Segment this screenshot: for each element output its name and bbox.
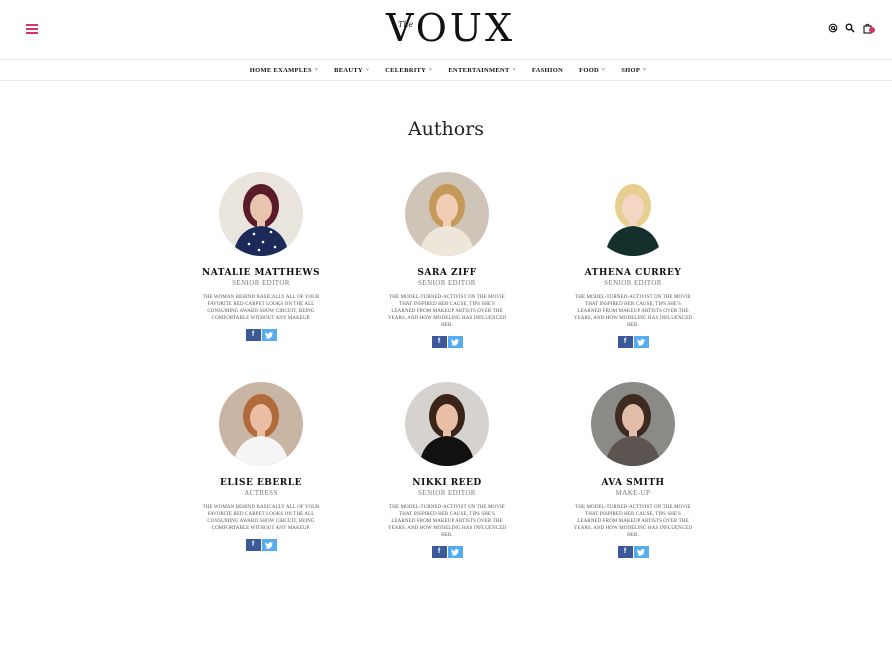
nav-item-beauty[interactable]: BEAUTY ˅ bbox=[334, 67, 369, 74]
author-socials: f bbox=[372, 336, 522, 348]
chevron-down-icon: ˅ bbox=[314, 67, 319, 73]
twitter-icon[interactable] bbox=[447, 546, 463, 558]
nav-item-label: FASHION bbox=[531, 66, 564, 74]
author-bio: THE WOMAN BEHIND BASICALLY ALL OF YOUR F… bbox=[202, 295, 320, 321]
twitter-icon[interactable] bbox=[261, 539, 277, 551]
nav-item-fashion[interactable]: FASHION bbox=[532, 67, 563, 74]
author-bio: THE MODEL-TURNED-ACTIVIST ON THE MOVIE T… bbox=[387, 505, 507, 538]
chevron-down-icon: ˅ bbox=[643, 67, 647, 73]
logo-prefix: The bbox=[398, 20, 414, 29]
nav-item-label: ENTERTAINMENT bbox=[448, 66, 510, 74]
chevron-down-icon: ˅ bbox=[512, 67, 516, 73]
author-socials: f bbox=[186, 329, 336, 341]
chevron-down-icon: ˅ bbox=[602, 67, 606, 73]
author-socials: f bbox=[558, 336, 708, 348]
nav-item-label: HOME EXAMPLES bbox=[249, 66, 312, 74]
page-title: Authors bbox=[407, 118, 485, 140]
author-bio: THE MODEL-TURNED-ACTIVIST ON THE MOVIE T… bbox=[387, 295, 507, 328]
twitter-icon[interactable] bbox=[261, 329, 277, 341]
nav-item-label: CELEBRITY bbox=[385, 66, 427, 74]
author-name[interactable]: NIKKI REED bbox=[372, 478, 522, 488]
facebook-icon[interactable]: f bbox=[245, 329, 261, 341]
nav-item-food[interactable]: FOOD ˅ bbox=[579, 67, 605, 74]
author-role: MAKE-UP bbox=[615, 489, 651, 497]
author-card: AVA SMITH MAKE-UP THE MODEL-TURNED-ACTIVIS… bbox=[558, 382, 708, 558]
author-role: SENIOR EDITOR bbox=[418, 279, 476, 287]
author-card: ATHENA CURREY SENIOR EDITOR THE MODEL-TURN… bbox=[558, 172, 708, 348]
facebook-icon[interactable]: f bbox=[431, 336, 447, 348]
nav-item-label: FOOD bbox=[579, 66, 600, 74]
at-icon[interactable] bbox=[828, 22, 838, 34]
site-header: The VOUX bbox=[0, 0, 892, 60]
nav-item-shop[interactable]: SHOP ˅ bbox=[621, 67, 646, 74]
cart-badge bbox=[869, 27, 875, 33]
search-icon[interactable] bbox=[845, 22, 855, 34]
author-avatar[interactable] bbox=[591, 172, 675, 256]
author-role: SENIOR EDITOR bbox=[418, 489, 476, 497]
author-role: SENIOR EDITOR bbox=[604, 279, 662, 287]
hamburger-icon[interactable] bbox=[26, 24, 38, 34]
author-avatar[interactable] bbox=[219, 382, 303, 466]
author-role: ACTRESS bbox=[244, 489, 278, 497]
main-nav: HOME EXAMPLES ˅ BEAUTY ˅ CELEBRITY ˅ ENTERTAIN… bbox=[0, 60, 892, 81]
twitter-icon[interactable] bbox=[447, 336, 463, 348]
nav-item-label: SHOP bbox=[621, 66, 641, 74]
author-bio: THE MODEL-TURNED-ACTIVIST ON THE MOVIE T… bbox=[573, 505, 693, 538]
author-socials: f bbox=[186, 539, 336, 551]
author-role: SENIOR EDITOR bbox=[232, 279, 290, 287]
author-name[interactable]: ATHENA CURREY bbox=[558, 268, 708, 278]
author-bio: THE WOMAN BEHIND BASICALLY ALL OF YOUR F… bbox=[202, 505, 320, 531]
chevron-down-icon: ˅ bbox=[366, 67, 370, 73]
facebook-icon[interactable]: f bbox=[245, 539, 261, 551]
author-socials: f bbox=[558, 546, 708, 558]
author-avatar[interactable] bbox=[219, 172, 303, 256]
facebook-icon[interactable]: f bbox=[431, 546, 447, 558]
twitter-icon[interactable] bbox=[633, 336, 649, 348]
nav-item-entertainment[interactable]: ENTERTAINMENT ˅ bbox=[448, 67, 516, 74]
author-card: ELISE EBERLE ACTRESS THE WOMAN BEHIND BASI… bbox=[186, 382, 336, 551]
author-name[interactable]: AVA SMITH bbox=[558, 478, 708, 488]
authors-grid: NATALIE MATTHEWS SENIOR EDITOR THE WOMAN B… bbox=[186, 172, 706, 572]
nav-item-celebrity[interactable]: CELEBRITY ˅ bbox=[385, 67, 432, 74]
author-name[interactable]: NATALIE MATTHEWS bbox=[186, 268, 336, 278]
author-socials: f bbox=[372, 546, 522, 558]
nav-item-label: BEAUTY bbox=[334, 66, 364, 74]
site-logo[interactable]: The VOUX bbox=[386, 6, 512, 50]
author-card: SARA ZIFF SENIOR EDITOR THE MODEL-TURNED-A… bbox=[372, 172, 522, 348]
author-card: NATALIE MATTHEWS SENIOR EDITOR THE WOMAN B… bbox=[186, 172, 336, 341]
facebook-icon[interactable]: f bbox=[617, 336, 633, 348]
author-bio: THE MODEL-TURNED-ACTIVIST ON THE MOVIE T… bbox=[573, 295, 693, 328]
author-avatar[interactable] bbox=[405, 382, 489, 466]
cart-icon[interactable] bbox=[862, 22, 875, 34]
author-avatar[interactable] bbox=[591, 382, 675, 466]
author-avatar[interactable] bbox=[405, 172, 489, 256]
header-actions bbox=[828, 22, 875, 34]
author-name[interactable]: SARA ZIFF bbox=[372, 268, 522, 278]
twitter-icon[interactable] bbox=[633, 546, 649, 558]
facebook-icon[interactable]: f bbox=[617, 546, 633, 558]
chevron-down-icon: ˅ bbox=[429, 67, 433, 73]
nav-item-home-examples[interactable]: HOME EXAMPLES ˅ bbox=[250, 67, 318, 74]
author-card: NIKKI REED SENIOR EDITOR THE MODEL-TURNED-… bbox=[372, 382, 522, 558]
author-name[interactable]: ELISE EBERLE bbox=[186, 478, 336, 488]
